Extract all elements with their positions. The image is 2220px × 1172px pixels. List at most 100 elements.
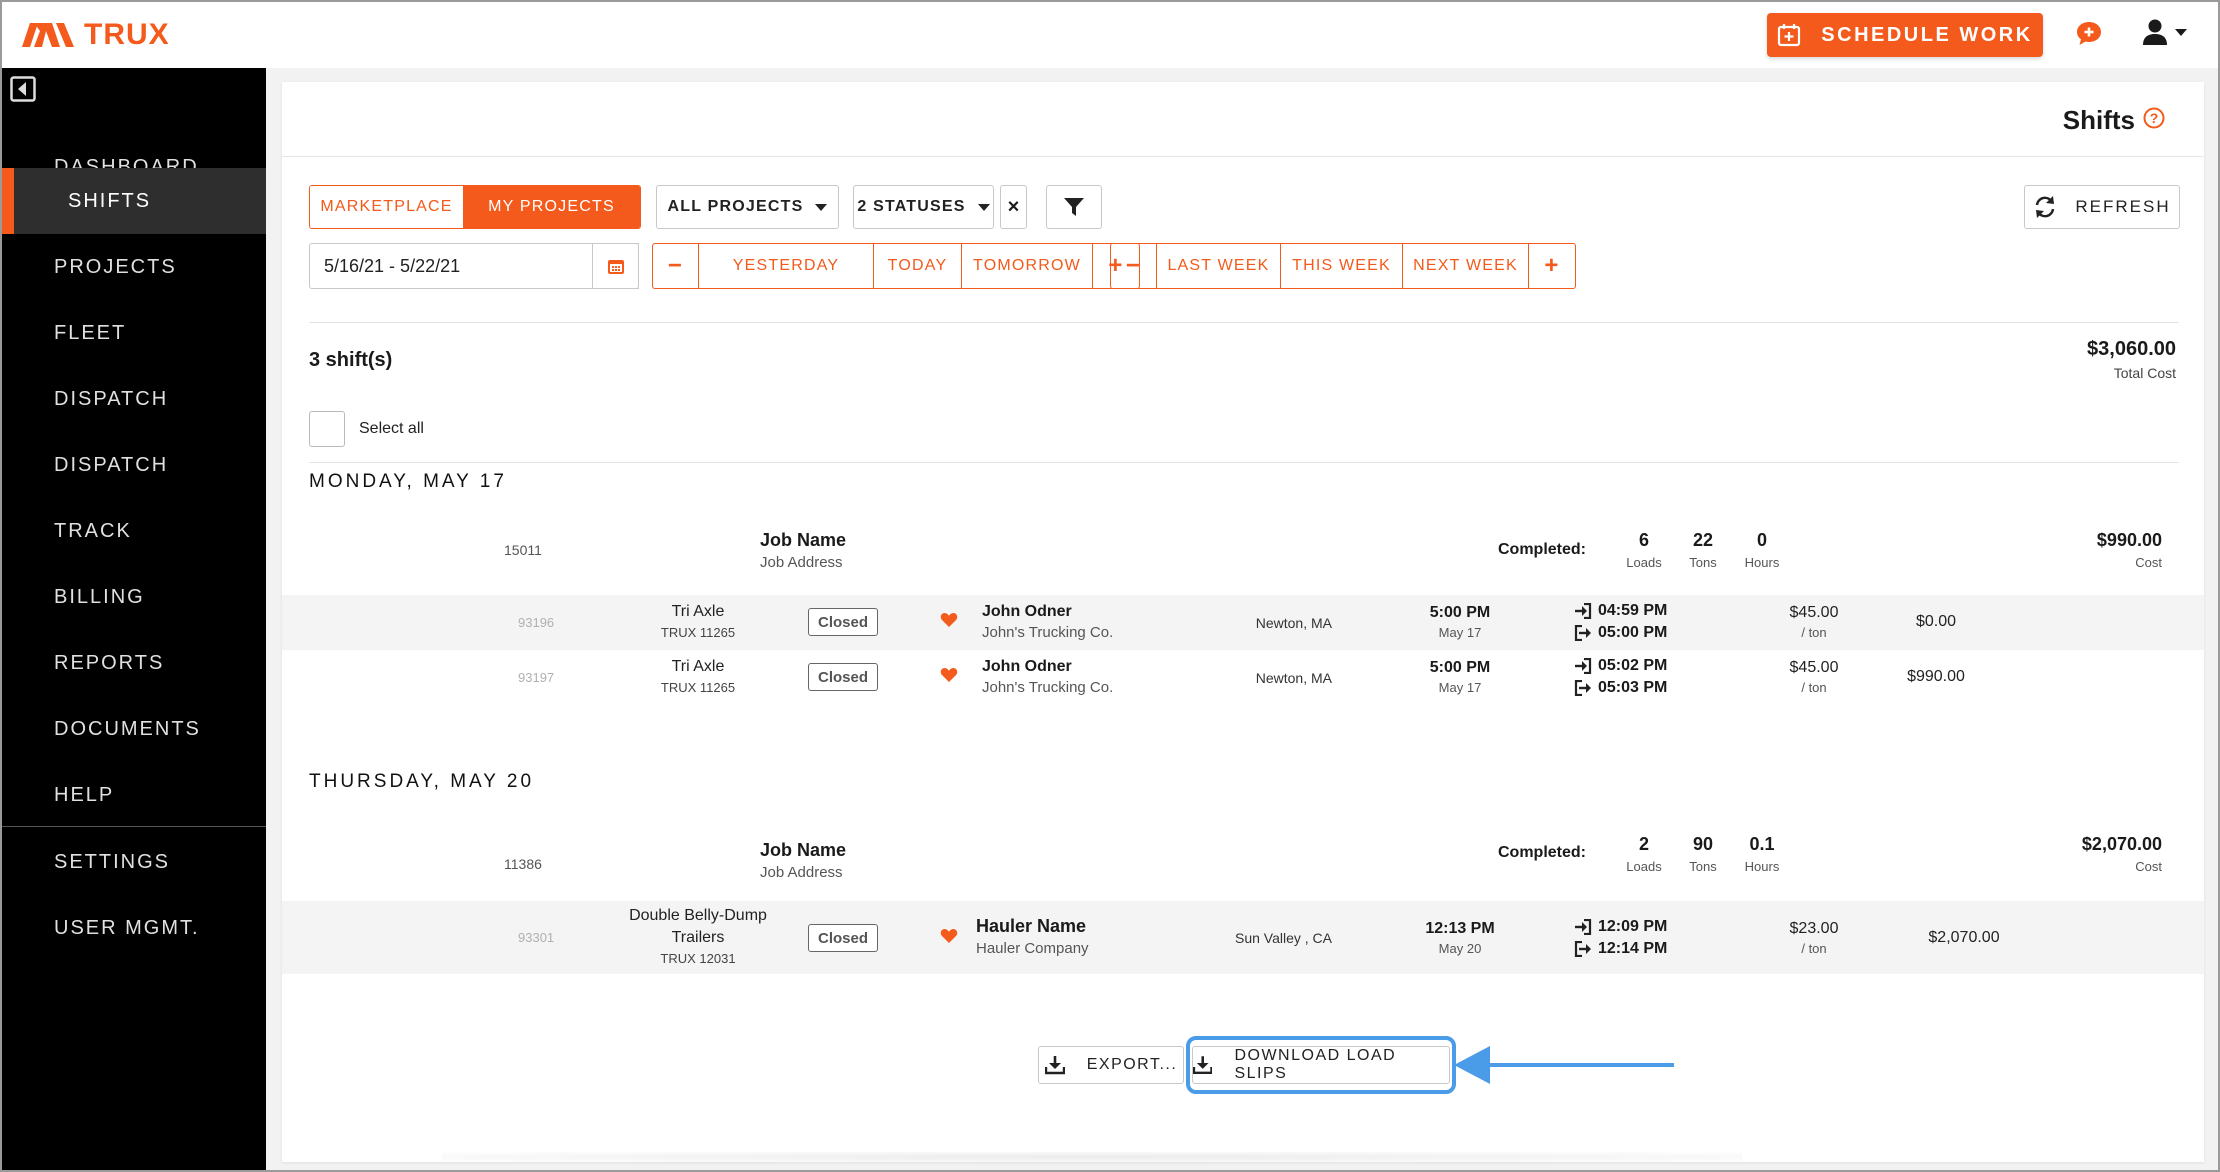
job-cost: $2,070.00 Cost	[2082, 834, 2162, 874]
download-load-slips-button[interactable]: DOWNLOAD LOAD SLIPS	[1192, 1046, 1450, 1084]
job-group-header[interactable]: 15011 Job Name Job Address Completed: 6 …	[282, 522, 2204, 602]
loads-label: Loads	[1626, 555, 1662, 570]
app-window: TRUX SCHEDULE WORK DASHBOARD SHIFTS PROJ…	[0, 0, 2220, 1172]
total-cost-value: $3,060.00	[2087, 338, 2176, 360]
next-week-button[interactable]: NEXT WEEK	[1403, 244, 1529, 288]
rate-unit: / ton	[1801, 680, 1827, 695]
sidebar-divider	[2, 826, 266, 827]
sidebar-item-shifts[interactable]: SHIFTS	[2, 168, 266, 234]
truck-info: Tri Axle TRUX 11265	[588, 658, 808, 695]
shift-location: Newton, MA	[1255, 615, 1332, 631]
favorite-heart-icon[interactable]	[940, 612, 958, 633]
sign-out-icon	[1574, 941, 1591, 957]
tab-my-projects[interactable]: MY PROJECTS	[463, 186, 640, 228]
schedule-work-button[interactable]: SCHEDULE WORK	[1767, 13, 2043, 57]
rate-value: $45.00	[1789, 659, 1839, 676]
sidebar-item-track[interactable]: TRACK	[2, 498, 266, 564]
check-in: 05:02 PM	[1574, 655, 1667, 677]
refresh-icon	[2036, 196, 2055, 218]
truck-type-line1: Double Belly-Dump	[629, 907, 767, 924]
today-button[interactable]: TODAY	[874, 244, 962, 288]
filter-icon	[1064, 198, 1084, 216]
sign-in-icon	[1575, 919, 1592, 935]
sidebar-item-projects[interactable]: PROJECTS	[2, 234, 266, 300]
select-all-label[interactable]: Select all	[359, 420, 424, 438]
export-button[interactable]: EXPORT...	[1038, 1046, 1184, 1084]
schedule-work-label: SCHEDULE WORK	[1821, 23, 2033, 46]
this-week-button[interactable]: THIS WEEK	[1281, 244, 1403, 288]
truck-type: Tri Axle	[671, 603, 725, 620]
sidebar-item-user-mgmt[interactable]: USER MGMT.	[2, 895, 266, 961]
select-all-checkbox[interactable]	[309, 411, 345, 447]
hauler-name: Hauler Name	[976, 916, 1087, 936]
shift-count: 3 shift(s)	[309, 349, 393, 371]
previous-day-button[interactable]: −	[653, 244, 699, 288]
day-heading: THURSDAY, MAY 20	[309, 771, 535, 792]
status-badge: Closed	[808, 924, 878, 952]
job-group-header[interactable]: 11386 Job Name Job Address Completed: 2 …	[282, 832, 2204, 912]
sidebar-item-dispatch[interactable]: DISPATCH	[2, 366, 266, 432]
check-out-time: 05:00 PM	[1598, 624, 1668, 641]
tab-marketplace[interactable]: MARKETPLACE	[310, 186, 463, 228]
sidebar-item-documents[interactable]: DOCUMENTS	[2, 696, 266, 762]
shift-amount: $0.00	[1915, 613, 1957, 630]
table-row[interactable]: 93301 Double Belly-Dump Trailers TRUX 12…	[282, 901, 2204, 974]
previous-week-button[interactable]: −	[1111, 244, 1157, 288]
truck-info: Double Belly-Dump Trailers TRUX 12031	[588, 907, 808, 966]
page-title-text: Shifts	[2062, 105, 2135, 135]
hours-value: 0	[1756, 530, 1767, 550]
clear-filters-button[interactable]: ×	[1000, 185, 1027, 229]
next-week-plus-button[interactable]: +	[1529, 244, 1575, 288]
status-filter-dropdown[interactable]: 2 STATUSES	[853, 185, 994, 229]
sign-in-icon	[1575, 658, 1592, 674]
favorite-heart-icon[interactable]	[940, 667, 958, 688]
sidebar: DASHBOARD SHIFTS PROJECTS FLEET DISPATCH…	[2, 68, 266, 1170]
chat-icon[interactable]	[2075, 20, 2103, 53]
filter-button[interactable]	[1046, 185, 1102, 229]
view-toggle: MARKETPLACE MY PROJECTS	[309, 185, 641, 229]
sidebar-item-billing[interactable]: BILLING	[2, 564, 266, 630]
tons-label: Tons	[1689, 555, 1717, 570]
shift-location: Sun Valley , CA	[1234, 930, 1332, 946]
sidebar-item-reports[interactable]: REPORTS	[2, 630, 266, 696]
loads-value: 6	[1638, 530, 1649, 550]
svg-text:?: ?	[2150, 110, 2159, 126]
chevron-down-icon	[977, 203, 990, 211]
job-cost-label: Cost	[2135, 859, 2162, 874]
table-row[interactable]: 93197 Tri Axle TRUX 11265 Closed John Od…	[282, 650, 2204, 705]
projects-filter-dropdown[interactable]: ALL PROJECTS	[656, 185, 839, 229]
top-bar: TRUX SCHEDULE WORK	[2, 2, 2218, 68]
completed-label: Completed:	[1498, 844, 1586, 861]
trux-logo[interactable]: TRUX	[22, 18, 170, 51]
hours-label: Hours	[1744, 555, 1780, 570]
status-badge: Closed	[808, 608, 878, 636]
check-out-time: 12:14 PM	[1598, 940, 1668, 957]
table-row[interactable]: 93196 Tri Axle TRUX 11265 Closed John Od…	[282, 595, 2204, 650]
refresh-button[interactable]: REFRESH	[2024, 185, 2180, 229]
check-in-time: 04:59 PM	[1598, 602, 1668, 619]
job-name: Job Name	[760, 840, 847, 860]
sign-out-icon	[1574, 680, 1591, 696]
sidebar-item-settings[interactable]: SETTINGS	[2, 829, 266, 895]
day-heading: MONDAY, MAY 17	[309, 471, 507, 492]
date-picker-button[interactable]	[592, 243, 639, 289]
annotation-arrow-icon	[1454, 1046, 1674, 1084]
sidebar-item-help[interactable]: HELP	[2, 762, 266, 828]
shift-amount: $990.00	[1907, 668, 1965, 685]
job-id: 11386	[504, 856, 542, 872]
chevron-down-icon	[815, 203, 828, 211]
last-week-button[interactable]: LAST WEEK	[1157, 244, 1281, 288]
yesterday-button[interactable]: YESTERDAY	[699, 244, 874, 288]
collapse-sidebar-icon[interactable]	[10, 76, 36, 107]
rate-unit: / ton	[1801, 625, 1827, 640]
sidebar-item-dispatch-2[interactable]: DISPATCH	[2, 432, 266, 498]
loads-stat: 6 Loads	[1614, 530, 1674, 570]
date-range-input[interactable]: 5/16/21 - 5/22/21	[309, 243, 639, 289]
user-menu[interactable]	[2142, 18, 2188, 46]
help-icon[interactable]: ?	[2143, 105, 2165, 136]
hauler-info: John Odner John's Trucking Co.	[982, 658, 1113, 696]
favorite-heart-icon[interactable]	[940, 928, 958, 949]
sidebar-item-fleet[interactable]: FLEET	[2, 300, 266, 366]
shift-start-date: May 20	[1438, 941, 1482, 956]
tomorrow-button[interactable]: TOMORROW	[962, 244, 1093, 288]
